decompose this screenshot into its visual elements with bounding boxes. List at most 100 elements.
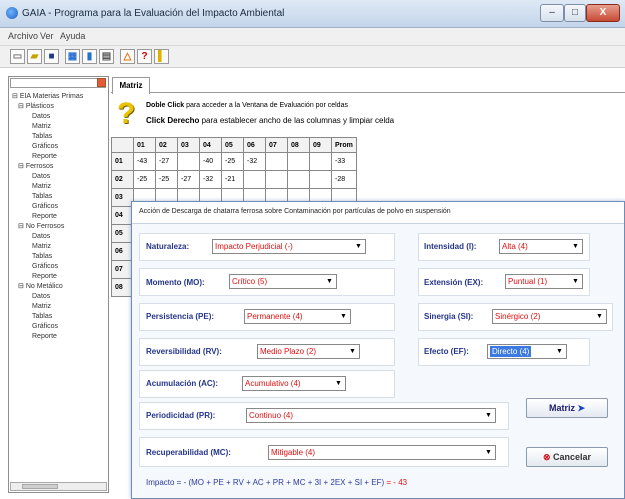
exit-icon[interactable]: ▌: [154, 49, 169, 64]
tree-item[interactable]: Matriz: [32, 302, 51, 312]
grid-cell[interactable]: [287, 170, 310, 189]
info-panel: [112, 94, 625, 134]
grid-cell[interactable]: -32: [243, 152, 266, 171]
column-header[interactable]: 04: [199, 137, 222, 153]
momento-value: Crítico (5): [232, 277, 268, 286]
tree-item[interactable]: Gráficos: [32, 202, 58, 212]
tree-group[interactable]: ⊟ No Ferrosos: [18, 222, 64, 232]
grid-cell[interactable]: -32: [199, 170, 222, 189]
periodicidad-value: Continuo (4): [249, 411, 294, 420]
column-header[interactable]: [111, 137, 134, 153]
grid-cell[interactable]: -25: [155, 170, 178, 189]
tree-item[interactable]: Datos: [32, 112, 50, 122]
tree-item[interactable]: Datos: [32, 232, 50, 242]
tree-item[interactable]: Matriz: [32, 182, 51, 192]
grid-cell[interactable]: [265, 170, 288, 189]
periodicidad-select[interactable]: Continuo (4) ▼: [246, 408, 496, 423]
window-title: GAIA - Programa para la Evaluación del I…: [22, 8, 285, 19]
tree-root[interactable]: ⊟ EIA Materias Primas: [12, 92, 83, 102]
menu-ver[interactable]: Ver: [40, 31, 54, 41]
grid-cell[interactable]: [177, 152, 200, 171]
tree-item[interactable]: Gráficos: [32, 322, 58, 332]
tree-item[interactable]: Tablas: [32, 312, 52, 322]
column-header[interactable]: Prom: [331, 137, 357, 153]
sinergia-select[interactable]: Sinérgico (2) ▼: [492, 309, 607, 324]
grid-cell[interactable]: [309, 170, 332, 189]
chevron-down-icon: ▼: [355, 243, 362, 250]
grid-cell[interactable]: -25: [133, 170, 156, 189]
new-file-icon[interactable]: ▭: [10, 49, 25, 64]
tree-item[interactable]: Datos: [32, 292, 50, 302]
chart-icon[interactable]: ▮: [82, 49, 97, 64]
cancelar-button[interactable]: ⊗ Cancelar: [526, 447, 608, 467]
row-header[interactable]: 01: [111, 152, 134, 171]
reversibilidad-select[interactable]: Medio Plazo (2) ▼: [257, 344, 360, 359]
grid-cell[interactable]: -43: [133, 152, 156, 171]
menu-ayuda[interactable]: Ayuda: [60, 31, 85, 41]
column-header[interactable]: 06: [243, 137, 266, 153]
info-line-2: Click Derecho para establecer ancho de l…: [146, 116, 395, 125]
menu-archivo[interactable]: Archivo: [8, 31, 38, 41]
maximize-button[interactable]: □: [564, 4, 586, 22]
persistencia-label: Persistencia (PE):: [146, 312, 215, 321]
minimize-button[interactable]: –: [540, 4, 564, 22]
tree-item[interactable]: Tablas: [32, 132, 52, 142]
efecto-select[interactable]: Directo (4) ▼: [487, 344, 567, 359]
naturaleza-select[interactable]: Impacto Perjudicial (-) ▼: [212, 239, 366, 254]
tree-scroll-thumb[interactable]: [22, 484, 58, 489]
recuperabilidad-label: Recuperabilidad (MC):: [146, 448, 231, 457]
persistencia-select[interactable]: Permanente (4) ▼: [244, 309, 351, 324]
tree-item[interactable]: Reporte: [32, 212, 57, 222]
column-header[interactable]: 02: [155, 137, 178, 153]
tree-item[interactable]: Tablas: [32, 252, 52, 262]
grid-cell[interactable]: [265, 152, 288, 171]
grid-cell[interactable]: -21: [221, 170, 244, 189]
tree-item[interactable]: Gráficos: [32, 262, 58, 272]
recuperabilidad-select[interactable]: Mitigable (4) ▼: [268, 445, 496, 460]
tree-item[interactable]: Tablas: [32, 192, 52, 202]
tree-item[interactable]: Reporte: [32, 332, 57, 342]
momento-select[interactable]: Crítico (5) ▼: [229, 274, 337, 289]
acumulacion-select[interactable]: Acumulativo (4) ▼: [242, 376, 346, 391]
extension-select[interactable]: Puntual (1) ▼: [505, 274, 583, 289]
chevron-down-icon: ▼: [485, 449, 492, 456]
tab-matriz[interactable]: Matriz: [112, 77, 150, 94]
report-icon[interactable]: ▤: [99, 49, 114, 64]
tree-item[interactable]: Gráficos: [32, 142, 58, 152]
tree-item[interactable]: Matriz: [32, 122, 51, 132]
grid-cell[interactable]: -25: [221, 152, 244, 171]
grid-cell[interactable]: -27: [155, 152, 178, 171]
column-header[interactable]: 09: [309, 137, 332, 153]
close-button[interactable]: X: [586, 4, 620, 22]
column-header[interactable]: 08: [287, 137, 310, 153]
tree-group[interactable]: ⊟ Ferrosos: [18, 162, 53, 172]
tree-item[interactable]: Reporte: [32, 272, 57, 282]
tree-item[interactable]: Matriz: [32, 242, 51, 252]
save-icon[interactable]: ■: [44, 49, 59, 64]
help-icon[interactable]: ?: [137, 49, 152, 64]
grid-cell[interactable]: -27: [177, 170, 200, 189]
column-header[interactable]: 05: [221, 137, 244, 153]
matriz-button[interactable]: Matriz ➤: [526, 398, 608, 418]
tree-item[interactable]: Datos: [32, 172, 50, 182]
row-header[interactable]: 02: [111, 170, 134, 189]
persistencia-value: Permanente (4): [247, 312, 303, 321]
tree-search-input[interactable]: [10, 78, 106, 88]
tree-search-icon[interactable]: [97, 78, 106, 87]
grid-cell[interactable]: [243, 170, 266, 189]
warning-icon[interactable]: △: [120, 49, 135, 64]
column-header[interactable]: 01: [133, 137, 156, 153]
grid-cell[interactable]: -28: [331, 170, 357, 189]
column-header[interactable]: 07: [265, 137, 288, 153]
intensidad-select[interactable]: Alta (4) ▼: [499, 239, 583, 254]
tree-item[interactable]: Reporte: [32, 152, 57, 162]
tree-group[interactable]: ⊟ No Metálico: [18, 282, 63, 292]
open-folder-icon[interactable]: ▰: [27, 49, 42, 64]
column-header[interactable]: 03: [177, 137, 200, 153]
grid-icon[interactable]: ▦: [65, 49, 80, 64]
tree-group[interactable]: ⊟ Plásticos: [18, 102, 54, 112]
grid-cell[interactable]: -33: [331, 152, 357, 171]
grid-cell[interactable]: [287, 152, 310, 171]
grid-cell[interactable]: [309, 152, 332, 171]
grid-cell[interactable]: -40: [199, 152, 222, 171]
